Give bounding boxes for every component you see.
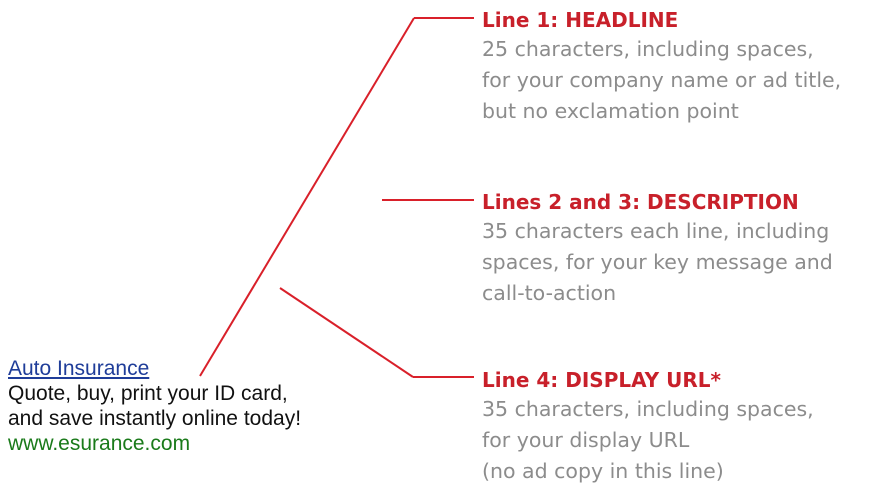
note-body-line: for your company name or ad title,	[482, 68, 842, 92]
note-title: Lines 2 and 3: DESCRIPTION	[482, 190, 799, 214]
note-display-url: Line 4: DISPLAY URL* 35 characters, incl…	[482, 366, 814, 487]
note-body-line: 35 characters, including spaces,	[482, 397, 814, 421]
note-title: Line 1: HEADLINE	[482, 8, 679, 32]
note-description: Lines 2 and 3: DESCRIPTION 35 characters…	[482, 188, 833, 309]
note-body-line: but no exclamation point	[482, 99, 739, 123]
ad-headline-link[interactable]: Auto Insurance	[8, 356, 301, 381]
note-body-line: spaces, for your key message and	[482, 250, 833, 274]
note-body-line: call-to-action	[482, 281, 617, 305]
note-body: 25 characters, including spaces, for you…	[482, 34, 841, 127]
note-body-line: 35 characters each line, including	[482, 219, 830, 243]
note-body-line: 25 characters, including spaces,	[482, 37, 814, 61]
note-title: Line 4: DISPLAY URL*	[482, 368, 721, 392]
note-body: 35 characters, including spaces, for you…	[482, 394, 814, 487]
ad-description-line-1: Quote, buy, print your ID card,	[8, 382, 288, 405]
note-headline: Line 1: HEADLINE 25 characters, includin…	[482, 6, 841, 127]
connector-headline-diagonal	[199, 17, 415, 377]
note-body: 35 characters each line, including space…	[482, 216, 833, 309]
ad-description-line-2: and save instantly online today!	[8, 407, 302, 430]
note-body-line: (no ad copy in this line)	[482, 459, 724, 483]
ad-display-url: www.esurance.com	[8, 432, 191, 455]
note-body-line: for your display URL	[482, 428, 690, 452]
sample-text-ad: Auto Insurance Quote, buy, print your ID…	[8, 356, 301, 456]
